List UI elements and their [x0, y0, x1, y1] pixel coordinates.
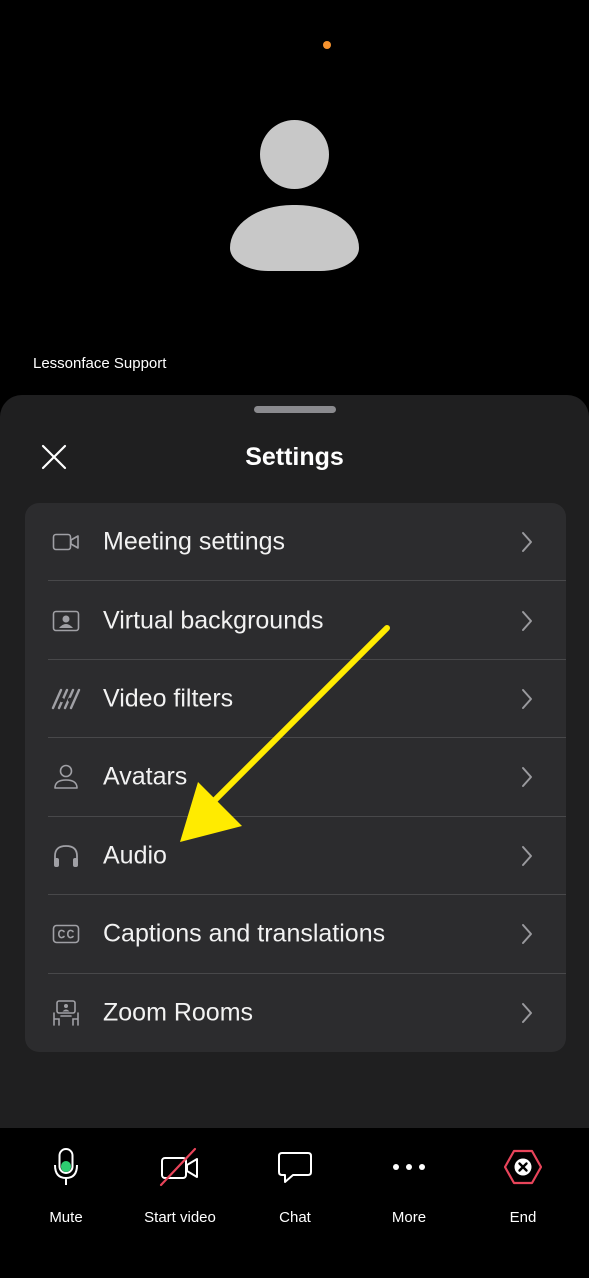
- video-filters-icon: [50, 685, 82, 713]
- mute-button[interactable]: Mute: [11, 1142, 121, 1232]
- chevron-right-icon: [522, 767, 532, 788]
- chevron-right-icon: [522, 1002, 532, 1023]
- settings-item-label: Avatars: [103, 762, 188, 791]
- more-label: More: [391, 1209, 427, 1226]
- settings-item-label: Video filters: [103, 684, 234, 713]
- video-camera-icon: [50, 528, 82, 556]
- more-dots-icon: [393, 1164, 425, 1170]
- more-button[interactable]: More: [354, 1142, 464, 1232]
- chevron-right-icon: [522, 845, 532, 866]
- mute-label: Mute: [49, 1209, 83, 1226]
- settings-item-video-filters[interactable]: Video filters: [25, 660, 566, 739]
- avatar-head: [260, 120, 329, 189]
- settings-item-zoom-rooms[interactable]: Zoom Rooms: [25, 974, 566, 1052]
- microphone-icon: [54, 1148, 78, 1185]
- chevron-right-icon: [522, 924, 532, 945]
- settings-item-label: Zoom Rooms: [103, 998, 254, 1027]
- portrait-icon: [50, 607, 82, 635]
- end-meeting-icon: [504, 1149, 542, 1185]
- participant-name: Lessonface Support: [33, 355, 167, 372]
- settings-sheet: Settings Meeting settings Virtual backgr…: [0, 395, 589, 1135]
- avatar-body: [230, 205, 359, 271]
- chevron-right-icon: [522, 532, 532, 553]
- end-button[interactable]: End: [468, 1142, 578, 1232]
- video-area: Lessonface Support: [0, 0, 589, 400]
- settings-item-label: Meeting settings: [103, 527, 286, 556]
- settings-item-captions[interactable]: Captions and translations: [25, 895, 566, 974]
- settings-list: Meeting settings Virtual backgrounds Vid…: [25, 503, 566, 1052]
- person-icon: [50, 763, 82, 791]
- settings-item-label: Captions and translations: [103, 919, 386, 948]
- start-video-button[interactable]: Start video: [125, 1142, 235, 1232]
- chevron-right-icon: [522, 689, 532, 710]
- end-label: End: [509, 1209, 537, 1226]
- start-video-label: Start video: [144, 1209, 216, 1226]
- settings-item-label: Virtual backgrounds: [103, 606, 324, 635]
- sheet-title: Settings: [245, 443, 344, 471]
- settings-item-virtual-backgrounds[interactable]: Virtual backgrounds: [25, 581, 566, 660]
- zoom-rooms-icon: [50, 999, 82, 1027]
- headphones-icon: [50, 842, 82, 870]
- settings-item-label: Audio: [103, 841, 167, 870]
- cc-icon: [50, 920, 82, 948]
- chevron-right-icon: [522, 610, 532, 631]
- status-dot: [323, 41, 331, 49]
- chat-bubble-icon: [278, 1152, 312, 1183]
- meeting-toolbar: Mute Start video Chat More End: [0, 1128, 589, 1278]
- sheet-grabber[interactable]: [254, 406, 336, 413]
- chat-button[interactable]: Chat: [240, 1142, 350, 1232]
- settings-item-meeting-settings[interactable]: Meeting settings: [25, 503, 566, 582]
- settings-item-audio[interactable]: Audio: [25, 817, 566, 896]
- settings-item-avatars[interactable]: Avatars: [25, 738, 566, 817]
- chat-label: Chat: [279, 1209, 311, 1226]
- video-off-icon: [159, 1147, 198, 1187]
